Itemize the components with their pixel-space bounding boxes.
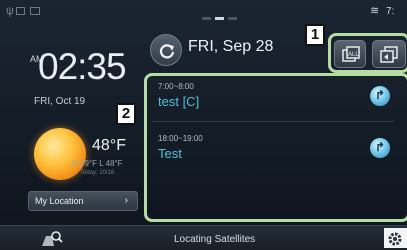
chevron-right-icon: › xyxy=(124,195,128,206)
calendar-screen: ψ ≋ 7: AM 02:35 FRI, Oct 19 48°F H 49°F … xyxy=(0,0,407,250)
refresh-button[interactable] xyxy=(150,34,182,66)
bottom-bar: Locating Satellites xyxy=(0,225,407,250)
status-bar: ψ ≋ 7: xyxy=(0,0,407,26)
clock-time: 02:35 xyxy=(38,46,127,87)
my-location-label: My Location xyxy=(35,196,84,206)
callout-tag-1: 1 xyxy=(305,24,325,46)
weather-hi-lo: H 49°F L 48°F xyxy=(72,159,123,168)
sun-icon xyxy=(34,128,86,180)
my-location-button[interactable]: My Location › xyxy=(28,191,138,211)
page-dot xyxy=(228,17,237,20)
status-time: 7: xyxy=(386,6,395,17)
usb-icon: ψ xyxy=(6,5,14,17)
gps-status: Locating Satellites xyxy=(174,234,256,245)
clock-date: FRI, Oct 19 xyxy=(34,96,86,107)
media-icon xyxy=(16,7,25,15)
screen-icon xyxy=(30,7,40,15)
page-dot xyxy=(202,17,211,20)
page-dot-active xyxy=(215,17,224,20)
callout-frame-1 xyxy=(328,33,407,73)
refresh-icon xyxy=(159,44,175,59)
wifi-icon: ≋ xyxy=(370,5,380,17)
page-indicator xyxy=(202,17,237,20)
navigation-search-button[interactable] xyxy=(40,230,64,250)
gear-icon xyxy=(386,230,404,250)
weather-temperature: 48°F xyxy=(92,137,126,154)
callout-frame-2 xyxy=(144,73,407,222)
callout-tag-2: 2 xyxy=(116,103,136,125)
weather-updated: Today: 10/16 xyxy=(80,170,115,176)
navigation-search-icon xyxy=(42,231,63,246)
calendar-date: FRI, Sep 28 xyxy=(188,38,274,55)
